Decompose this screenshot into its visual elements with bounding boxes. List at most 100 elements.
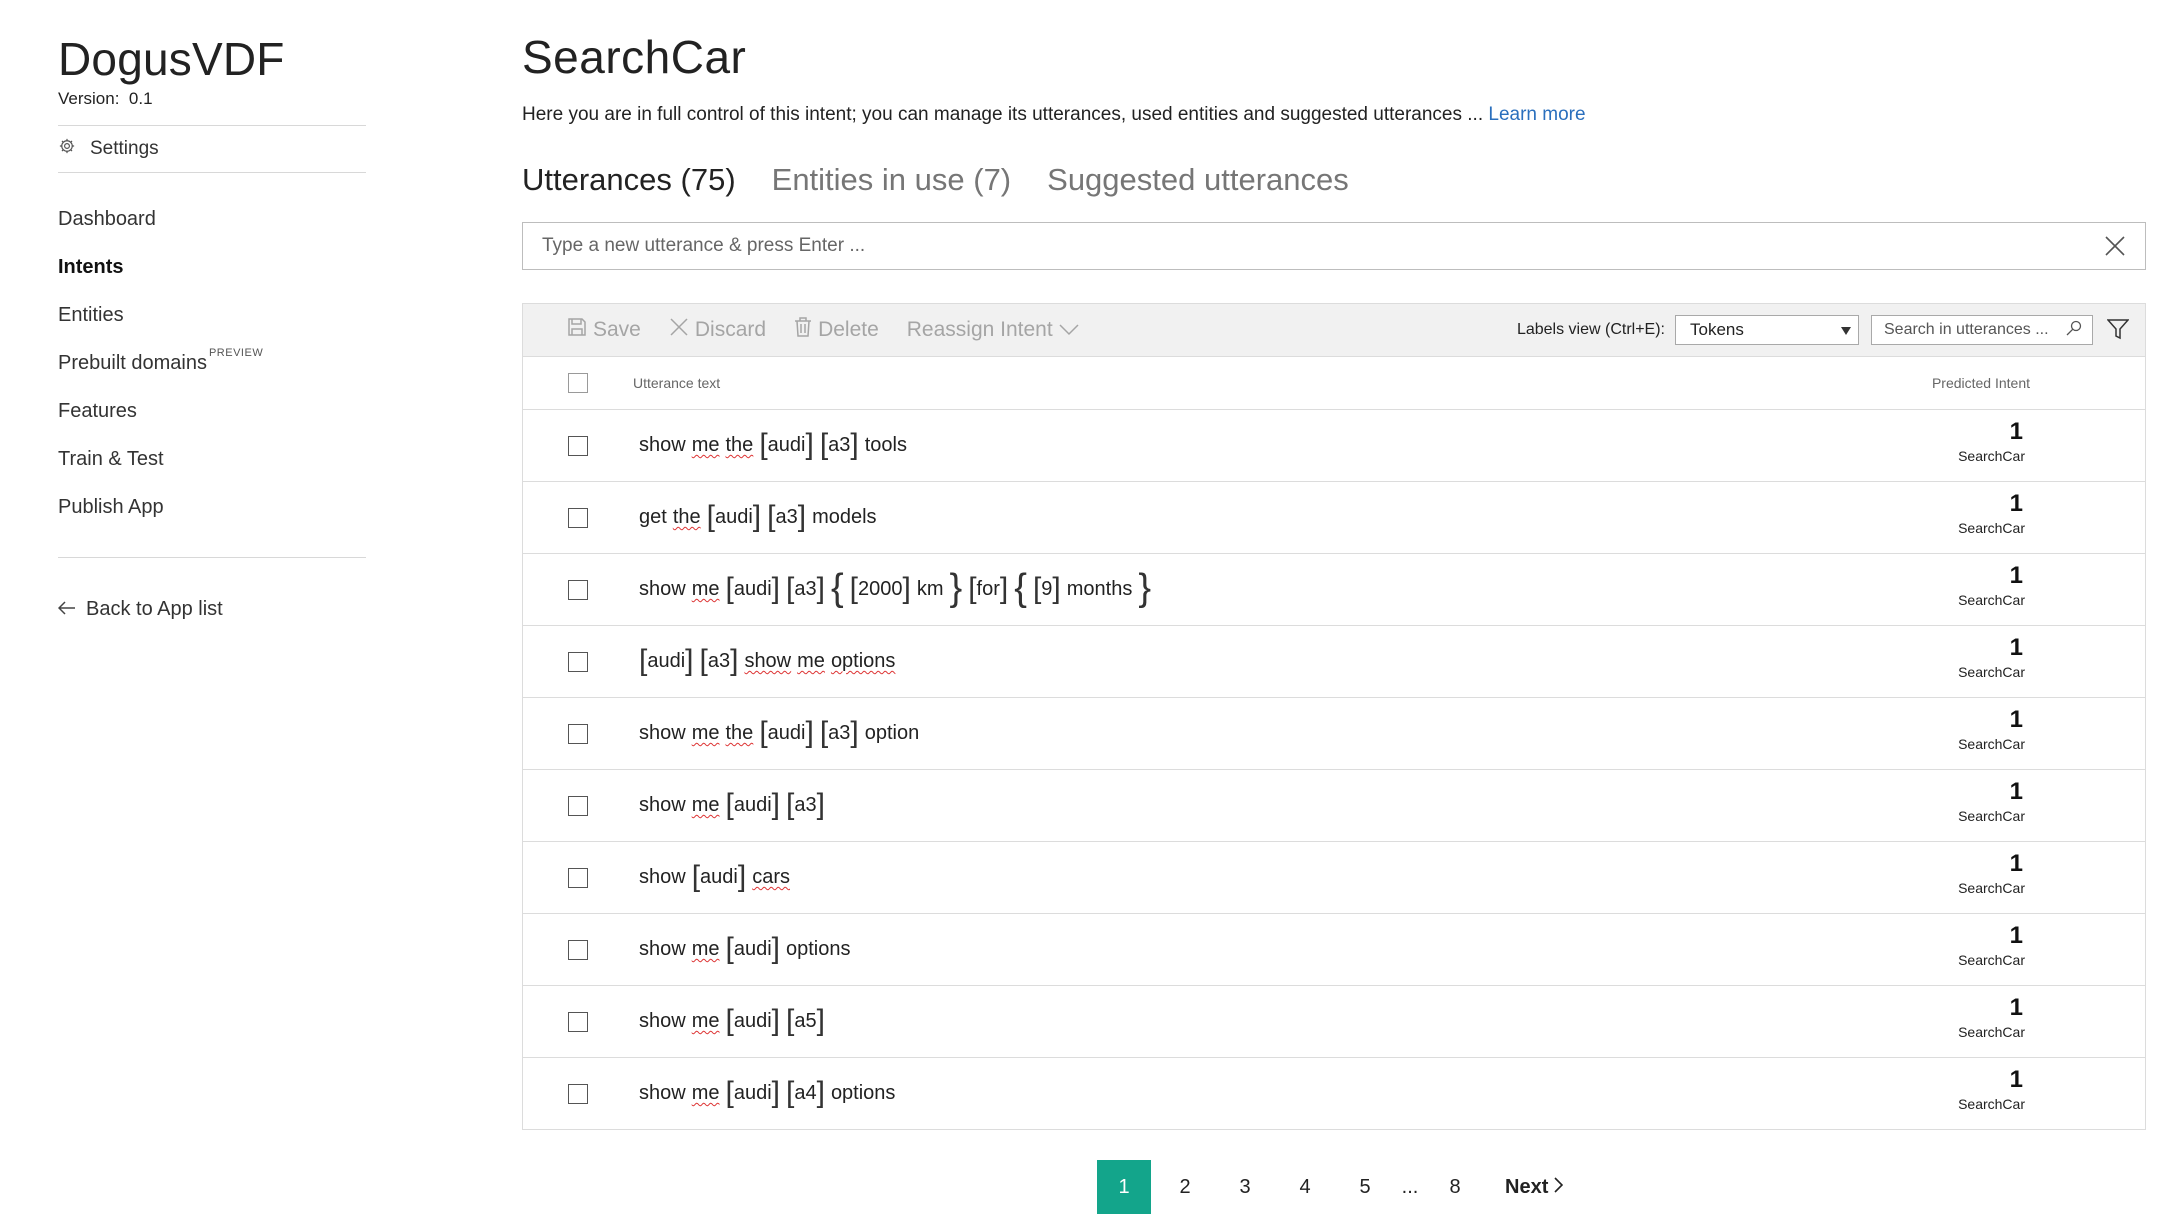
word-token: show	[639, 722, 686, 744]
save-button[interactable]: Save	[567, 317, 641, 343]
table-row[interactable]: show [audi] cars 1 SearchCar	[523, 842, 2145, 914]
settings-link[interactable]: Settings	[58, 126, 366, 172]
utterance-search-box	[1871, 315, 2093, 345]
table-row[interactable]: show me [audi][a4] options 1 SearchCar	[523, 1058, 2145, 1129]
entity-token[interactable]: [audi]	[726, 933, 781, 965]
predicted-intent: 1 SearchCar	[1958, 852, 2025, 897]
next-page-button[interactable]: Next	[1485, 1160, 1564, 1214]
utterance-text[interactable]: show me [audi] options	[639, 933, 851, 965]
discard-button[interactable]: Discard	[669, 317, 766, 343]
entity-token[interactable]: [a3]	[786, 573, 825, 605]
row-checkbox[interactable]	[568, 1011, 588, 1032]
sidebar-item-train-test[interactable]: Train & Test	[58, 435, 366, 483]
row-checkbox[interactable]	[568, 507, 588, 528]
entity-token[interactable]: [a4]	[786, 1077, 825, 1109]
table-row[interactable]: show me [audi][a5] 1 SearchCar	[523, 986, 2145, 1058]
predicted-score: 1	[2009, 922, 2023, 949]
table-row[interactable]: show me[audi][a3]{[2000] km}[for]{[9] month…	[523, 554, 2145, 626]
caret-down-icon	[1841, 320, 1851, 340]
page-5[interactable]: 5	[1335, 1160, 1395, 1214]
page-4[interactable]: 4	[1275, 1160, 1335, 1214]
row-checkbox[interactable]	[568, 435, 588, 456]
predicted-intent: 1 SearchCar	[1958, 564, 2025, 609]
entity-token[interactable]: [a3]	[700, 645, 739, 677]
entity-token[interactable]: [audi]	[639, 645, 694, 677]
entity-token[interactable]: [a3]	[820, 429, 859, 461]
utterance-text[interactable]: [audi][a3] show me options	[639, 645, 895, 677]
entity-token[interactable]: [audi]	[707, 501, 762, 533]
table-row[interactable]: show me the[audi][a3] option 1 SearchCar	[523, 698, 2145, 770]
table-row[interactable]: get the [audi][a3] models 1 SearchCar	[523, 482, 2145, 554]
delete-button[interactable]: Delete	[794, 317, 879, 343]
entity-token[interactable]: [for]	[968, 573, 1008, 605]
composite-bracket: {	[830, 566, 844, 609]
utterance-text[interactable]: show me[audi][a3]{[2000] km}[for]{[9] month…	[639, 566, 1151, 609]
entity-token[interactable]: [audi]	[759, 717, 814, 749]
tab-utterances[interactable]: Utterances (75)	[522, 162, 736, 198]
row-checkbox-cell	[523, 1011, 633, 1032]
entity-token[interactable]: [audi]	[726, 1077, 781, 1109]
entity-token[interactable]: [2000]	[850, 573, 911, 605]
utterance-text[interactable]: show me [audi][a5]	[639, 1005, 825, 1037]
select-all-checkbox[interactable]	[568, 373, 588, 393]
entity-token[interactable]: [9]	[1033, 573, 1061, 605]
pagination: 1 2 3 4 5 ... 8 Next	[1097, 1160, 1564, 1214]
entity-token[interactable]: [audi]	[692, 861, 747, 893]
learn-more-link[interactable]: Learn more	[1488, 104, 1585, 125]
row-checkbox[interactable]	[568, 723, 588, 744]
labels-view-select[interactable]: Tokens	[1675, 315, 1859, 345]
page-current[interactable]: 1	[1097, 1160, 1151, 1214]
sidebar-item-dashboard[interactable]: Dashboard	[58, 195, 366, 243]
sidebar-item-prebuilt-domains[interactable]: Prebuilt domains PREVIEW	[58, 339, 366, 387]
utterance-text[interactable]: show [audi] cars	[639, 861, 790, 893]
row-checkbox[interactable]	[568, 1083, 588, 1104]
sidebar-item-intents[interactable]: Intents	[58, 243, 366, 291]
entity-token[interactable]: [audi]	[726, 789, 781, 821]
page-2[interactable]: 2	[1155, 1160, 1215, 1214]
search-icon[interactable]	[2066, 320, 2082, 341]
sidebar-item-features[interactable]: Features	[58, 387, 366, 435]
entity-token[interactable]: [audi]	[726, 1005, 781, 1037]
predicted-intent-name: SearchCar	[1958, 1096, 2025, 1112]
row-checkbox[interactable]	[568, 867, 588, 888]
tab-entities-in-use[interactable]: Entities in use (7)	[772, 162, 1012, 198]
table-row[interactable]: show me [audi] options 1 SearchCar	[523, 914, 2145, 986]
tab-suggested-utterances[interactable]: Suggested utterances	[1047, 162, 1349, 198]
reassign-intent-dropdown[interactable]: Reassign Intent	[907, 318, 1079, 342]
table-row[interactable]: show me [audi][a3] 1 SearchCar	[523, 770, 2145, 842]
row-checkbox[interactable]	[568, 939, 588, 960]
entity-token[interactable]: [audi]	[759, 429, 814, 461]
entity-token[interactable]: [audi]	[726, 573, 781, 605]
predicted-score: 1	[2009, 706, 2023, 733]
word-token: km	[916, 578, 944, 600]
page-last[interactable]: 8	[1425, 1160, 1485, 1214]
utterance-text[interactable]: get the [audi][a3] models	[639, 501, 877, 533]
close-icon[interactable]	[2085, 223, 2145, 269]
utterance-text[interactable]: show me [audi][a3]	[639, 789, 825, 821]
entity-token[interactable]: [a5]	[786, 1005, 825, 1037]
entity-token[interactable]: [a3]	[767, 501, 806, 533]
utterance-rows: show me the[audi][a3] tools 1 SearchCar get the…	[523, 410, 2145, 1129]
row-checkbox[interactable]	[568, 579, 588, 600]
table-row[interactable]: show me the[audi][a3] tools 1 SearchCar	[523, 410, 2145, 482]
version-label: Version:	[58, 88, 120, 108]
app-name: DogusVDF	[58, 33, 285, 85]
predicted-intent: 1 SearchCar	[1958, 420, 2025, 465]
row-checkbox[interactable]	[568, 651, 588, 672]
page-3[interactable]: 3	[1215, 1160, 1275, 1214]
new-utterance-input[interactable]	[540, 234, 2085, 258]
sidebar-item-publish-app[interactable]: Publish App	[58, 483, 366, 531]
entity-token[interactable]: [a3]	[786, 789, 825, 821]
utterance-text[interactable]: show me the[audi][a3] option	[639, 717, 919, 749]
composite-bracket: }	[949, 566, 963, 609]
back-to-app-list-link[interactable]: Back to App list	[57, 598, 366, 621]
entity-token[interactable]: [a3]	[820, 717, 859, 749]
discard-label: Discard	[694, 318, 767, 341]
table-row[interactable]: [audi][a3] show me options 1 SearchCar	[523, 626, 2145, 698]
predicted-intent-name: SearchCar	[1958, 808, 2025, 824]
utterance-text[interactable]: show me the[audi][a3] tools	[639, 429, 907, 461]
utterance-search-input[interactable]	[1882, 320, 2066, 340]
filter-icon[interactable]	[2106, 318, 2130, 345]
utterance-text[interactable]: show me [audi][a4] options	[639, 1077, 895, 1109]
row-checkbox[interactable]	[568, 795, 588, 816]
